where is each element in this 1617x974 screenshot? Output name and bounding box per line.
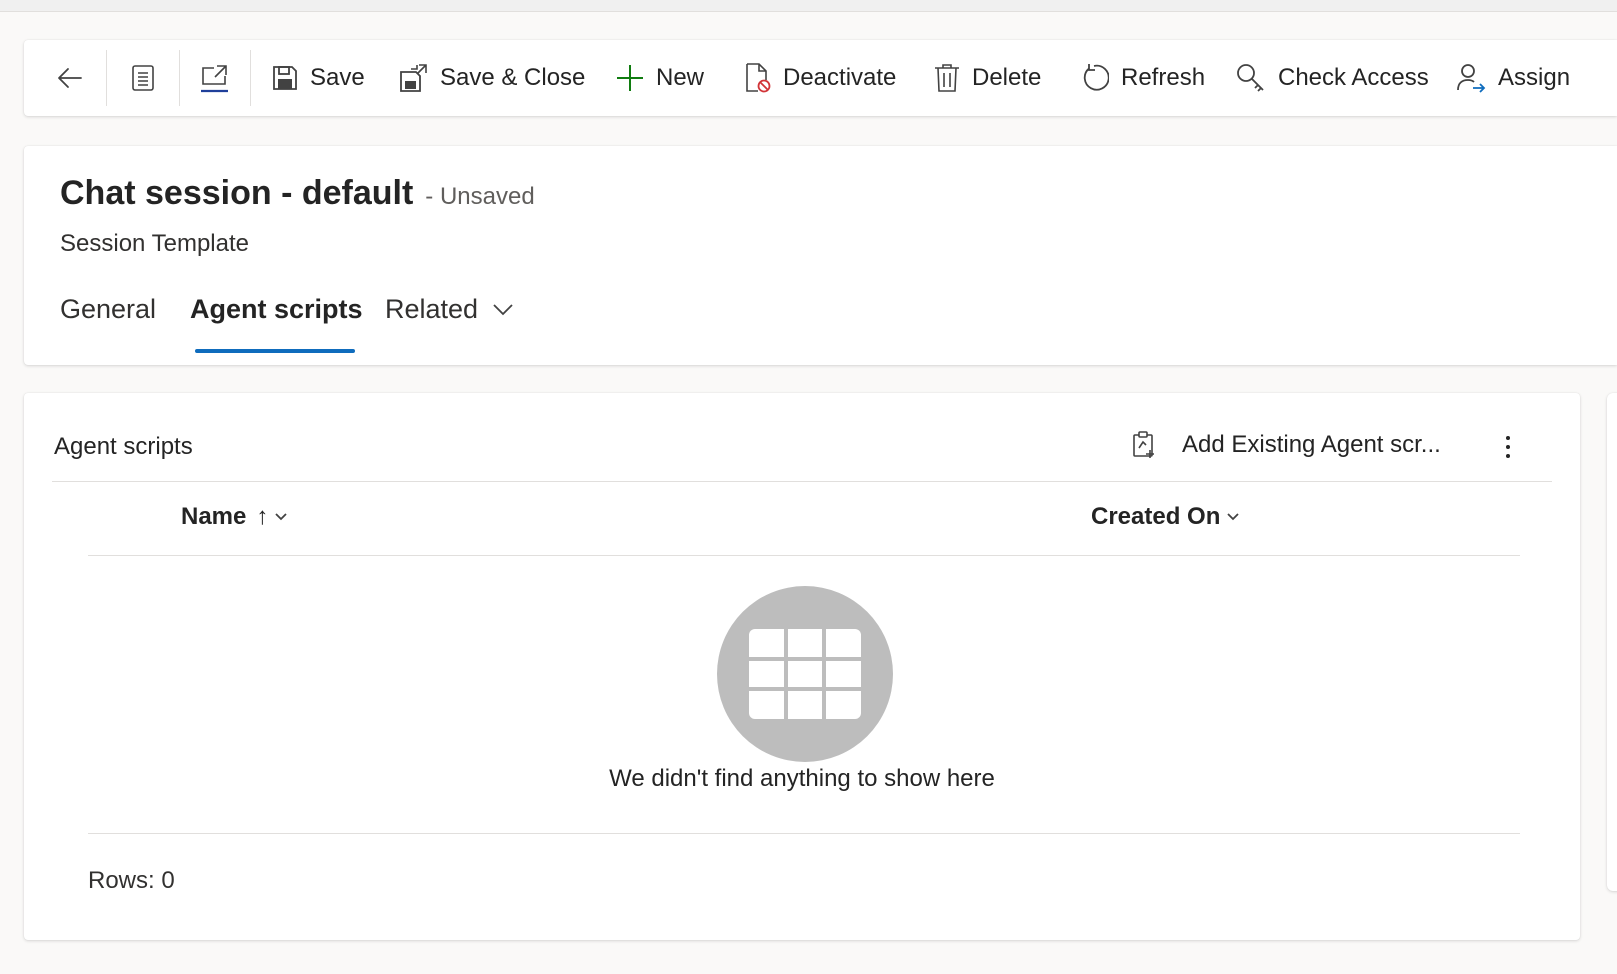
deactivate-label: Deactivate	[783, 64, 897, 91]
active-tab-indicator	[195, 349, 355, 353]
agent-scripts-subgrid: Agent scripts Add Existing Agent scr... …	[24, 393, 1580, 940]
add-existing-agent-script-button[interactable]: Add Existing Agent scr...	[1132, 423, 1441, 467]
entity-name: Session Template	[60, 230, 249, 257]
more-dot	[1506, 454, 1510, 458]
form-view-button[interactable]	[131, 40, 167, 116]
browser-top-strip	[0, 0, 1617, 12]
subgrid-title: Agent scripts	[54, 433, 193, 460]
assign-person-icon	[1456, 63, 1486, 93]
pop-out-icon	[200, 62, 230, 94]
column-header-created-on[interactable]: Created On	[1091, 503, 1240, 531]
plus-icon	[616, 64, 644, 92]
command-bar: Save Save & Close New Deactivate Delete …	[24, 40, 1617, 116]
divider	[52, 481, 1552, 482]
new-label: New	[656, 64, 705, 91]
add-existing-label: Add Existing Agent scr...	[1182, 431, 1441, 458]
toolbar-divider	[106, 50, 107, 106]
tab-related[interactable]: Related	[385, 294, 514, 325]
open-new-window-button[interactable]	[200, 40, 242, 116]
refresh-button[interactable]: Refresh	[1079, 40, 1205, 116]
back-button[interactable]	[56, 40, 96, 116]
column-header-name[interactable]: Name ↑	[181, 503, 288, 531]
assign-button[interactable]: Assign	[1456, 40, 1570, 116]
deactivate-icon	[745, 63, 771, 93]
key-search-icon	[1236, 63, 1266, 93]
save-close-label: Save & Close	[440, 64, 586, 91]
deactivate-button[interactable]: Deactivate	[745, 40, 896, 116]
save-status: - Unsaved	[425, 183, 535, 210]
tab-general[interactable]: General	[60, 294, 156, 325]
chevron-down-icon	[492, 303, 514, 317]
save-close-button[interactable]: Save & Close	[398, 40, 585, 116]
back-arrow-icon	[56, 64, 84, 92]
more-commands-button[interactable]	[1496, 427, 1520, 467]
new-button[interactable]: New	[616, 40, 704, 116]
column-created-on-label: Created On	[1091, 503, 1221, 530]
delete-button[interactable]: Delete	[934, 40, 1041, 116]
toolbar-divider	[179, 50, 180, 106]
save-icon	[272, 65, 298, 91]
chevron-down-icon	[1226, 512, 1240, 522]
toolbar-divider	[250, 50, 251, 106]
save-close-icon	[398, 63, 428, 93]
column-name-label: Name	[181, 503, 247, 530]
side-panel-edge	[1607, 393, 1617, 891]
more-dot	[1506, 445, 1510, 449]
more-dot	[1506, 436, 1510, 440]
tab-agent-scripts[interactable]: Agent scripts	[190, 294, 363, 325]
form-icon	[131, 64, 155, 92]
divider	[88, 833, 1520, 834]
clipboard-add-icon	[1132, 431, 1156, 459]
record-title: Chat session - default	[60, 174, 414, 212]
refresh-label: Refresh	[1121, 64, 1206, 91]
trash-icon	[934, 63, 960, 93]
assign-label: Assign	[1498, 64, 1571, 91]
save-button[interactable]: Save	[272, 40, 365, 116]
empty-grid-icon	[717, 586, 893, 762]
delete-label: Delete	[972, 64, 1042, 91]
check-access-label: Check Access	[1278, 64, 1429, 91]
divider	[88, 555, 1520, 556]
row-count: Rows: 0	[88, 867, 175, 894]
record-title-row: Chat session - default - Unsaved	[60, 174, 535, 213]
sort-ascending-icon: ↑	[256, 503, 269, 530]
save-label: Save	[310, 64, 365, 91]
record-header: Chat session - default - Unsaved Session…	[24, 146, 1617, 365]
refresh-icon	[1079, 63, 1109, 93]
check-access-button[interactable]: Check Access	[1236, 40, 1429, 116]
empty-state-message: We didn't find anything to show here	[609, 765, 995, 792]
chevron-down-icon	[274, 512, 288, 522]
tab-related-label: Related	[385, 294, 479, 324]
